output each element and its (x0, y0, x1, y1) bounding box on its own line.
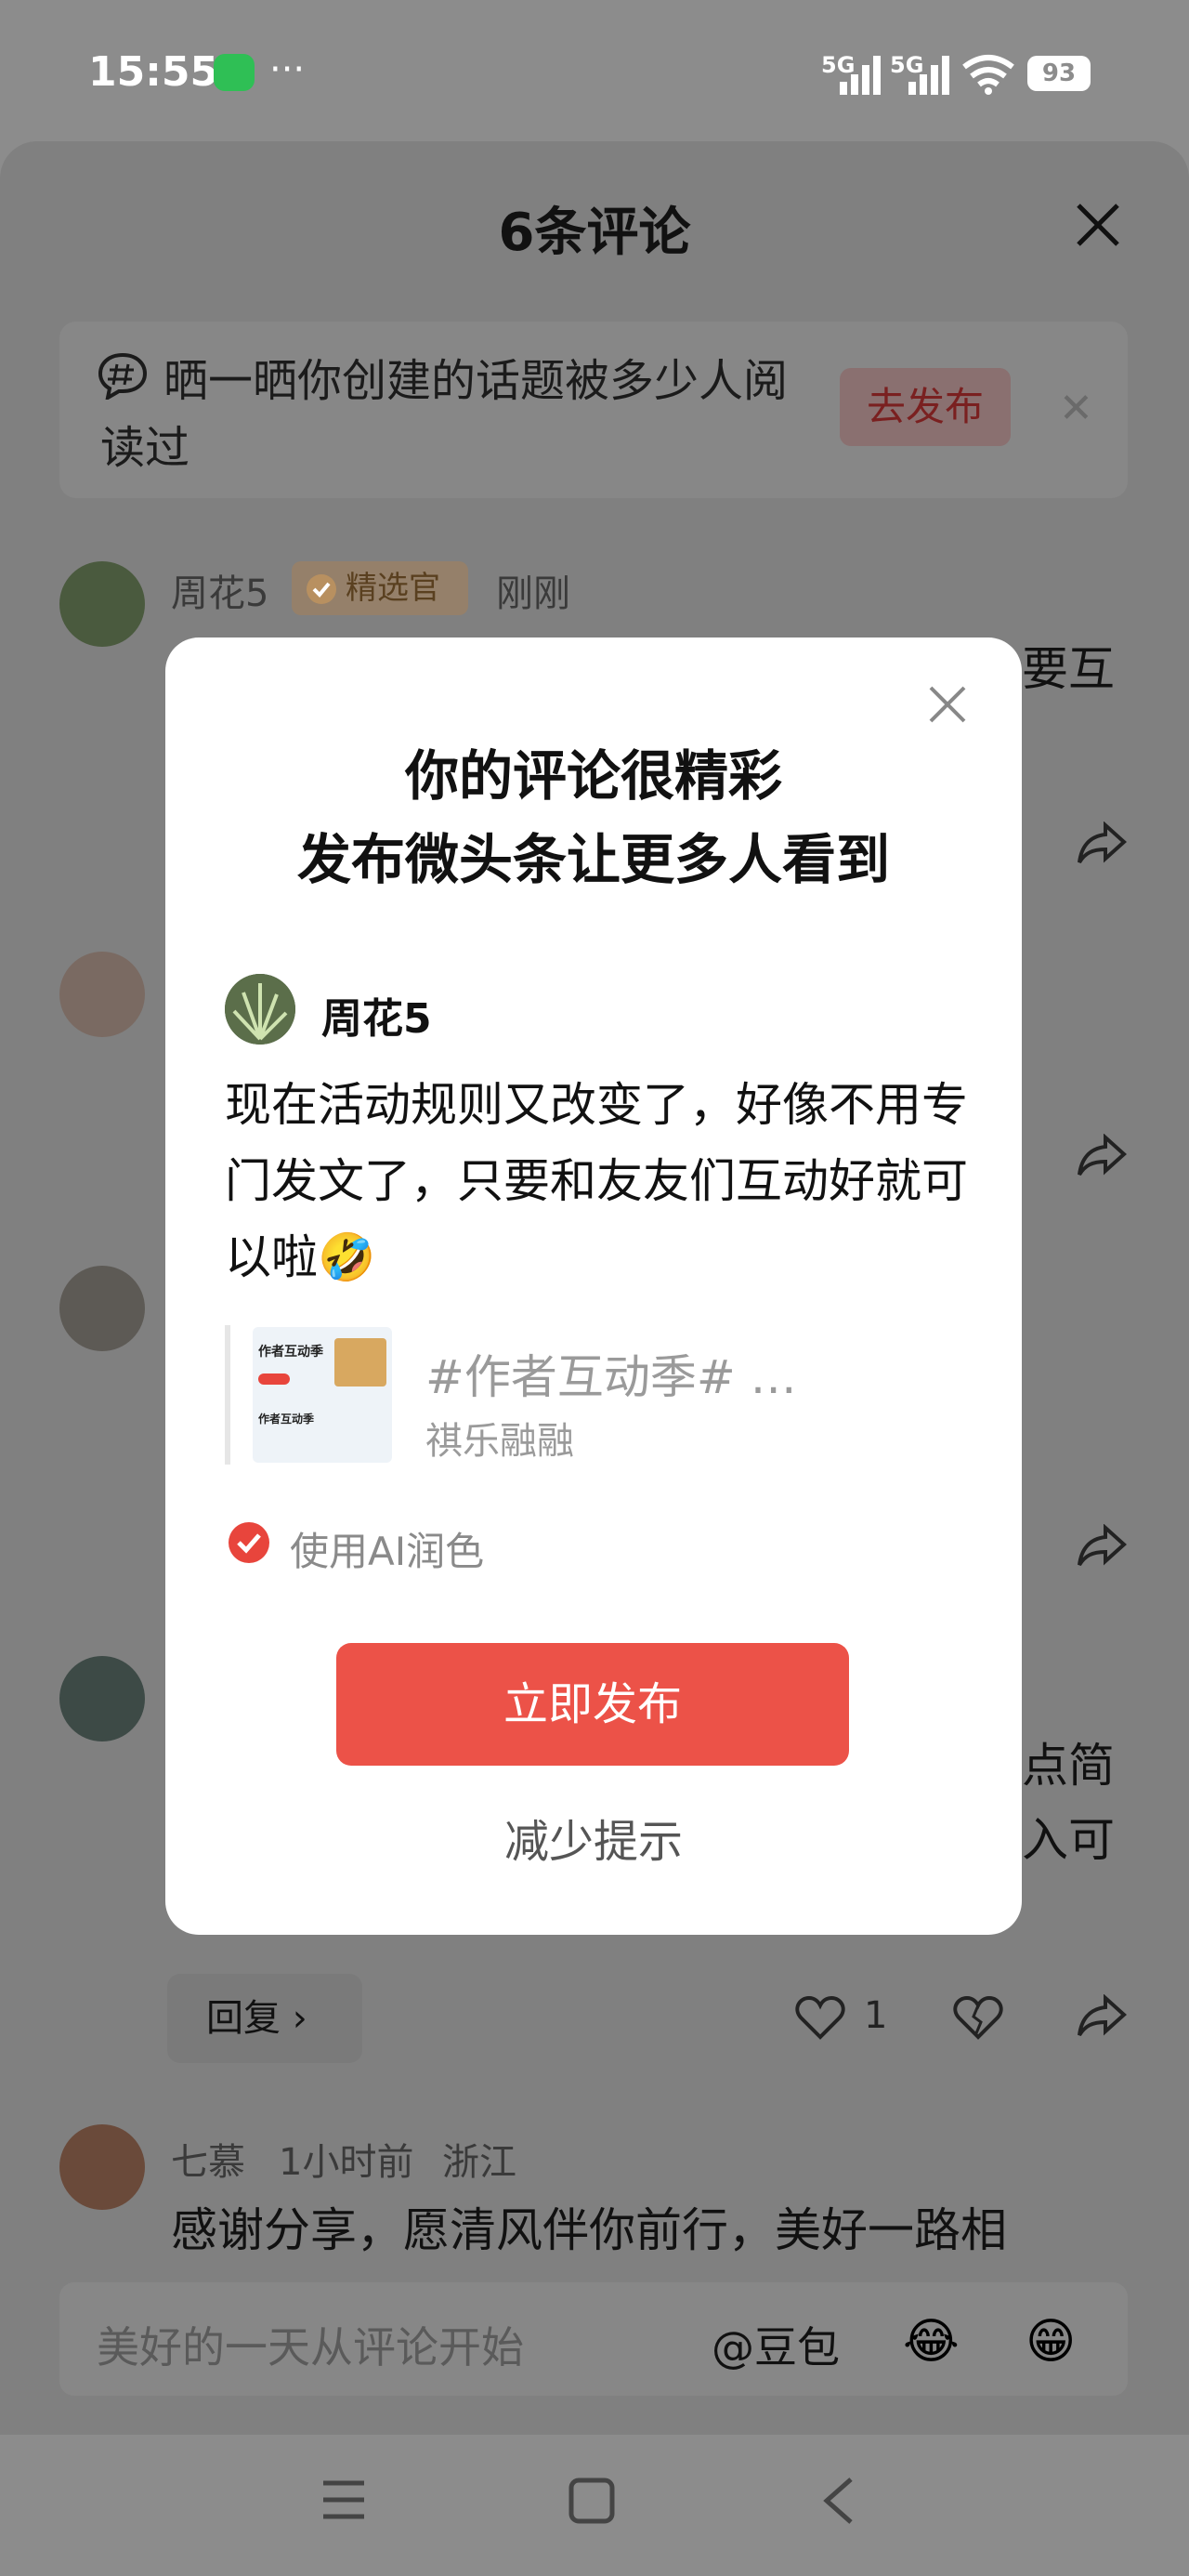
battery-indicator: 93 (1027, 56, 1091, 91)
menu-icon[interactable] (321, 2479, 366, 2520)
avatar[interactable] (59, 1266, 145, 1351)
dialog-title-line2: 发布微头条让更多人看到 (296, 828, 890, 891)
emoji-laugh-button[interactable]: 😂 (903, 2314, 960, 2370)
laugh-emoji: 🤣 (318, 1230, 376, 1284)
close-icon[interactable] (1073, 200, 1123, 250)
topic-card-bar (225, 1325, 230, 1465)
share-icon[interactable] (1076, 1994, 1128, 2039)
comment-text-tail: 要互 (1022, 642, 1115, 696)
ai-polish-label[interactable]: 使用AI润色 (290, 1520, 484, 1577)
thumb-subtitle: 作者互动季 (258, 1413, 315, 1426)
publish-now-button[interactable]: 立即发布 (336, 1643, 849, 1766)
wifi-icon (962, 55, 1014, 95)
share-icon[interactable] (1076, 1524, 1128, 1569)
avatar[interactable] (59, 561, 145, 647)
reply-button[interactable]: 回复 › (167, 1974, 362, 2063)
status-time: 15:55 (88, 48, 219, 96)
banner-close-icon[interactable]: ✕ (1059, 385, 1093, 432)
messages-icon (214, 54, 255, 91)
avatar[interactable] (59, 1656, 145, 1741)
comment-text-tail: 入可 (1022, 1813, 1115, 1867)
comment-author[interactable]: 七慕 (171, 2132, 245, 2186)
banner-text: 晒一晒你创建的话题被多少人阅读过 (100, 355, 789, 474)
comments-title: 6条评论 (498, 203, 691, 263)
dialog-username: 周花5 (321, 995, 432, 1043)
signal-bars-icon-2 (908, 56, 949, 95)
status-bar: 15:55 ··· 5G 5G 93 (0, 0, 1189, 141)
banner-publish-button[interactable]: 去发布 (840, 368, 1011, 446)
topic-title: #作者互动季# … (425, 1350, 797, 1404)
reduce-hints-link[interactable]: 减少提示 (165, 1805, 1022, 1870)
dialog-title-line1: 你的评论很精彩 (404, 744, 782, 808)
signal-bars-icon (840, 56, 881, 95)
ai-polish-checkbox[interactable] (229, 1522, 269, 1563)
thumb-title: 作者互动季 (258, 1345, 323, 1360)
verified-check-icon (307, 574, 336, 604)
thumb-image (334, 1338, 386, 1387)
comment-text-tail: 点简 (1022, 1739, 1115, 1793)
share-icon[interactable] (1076, 1134, 1128, 1178)
comment-author[interactable]: 周花5 (171, 563, 268, 617)
home-icon[interactable] (568, 2477, 615, 2524)
comment-placeholder[interactable]: 美好的一天从评论开始 (97, 2314, 524, 2375)
comment-time: 1小时前 (279, 2141, 414, 2184)
like-count: 1 (864, 1994, 888, 2037)
avatar (225, 974, 295, 1045)
dialog-comment-text: 现在活动规则又改变了，好像不用专门发文了，只要和友友们互动好就可以啦🤣 (225, 1067, 968, 1295)
emoji-grin-button[interactable]: 😁 (1026, 2314, 1076, 2370)
topic-card[interactable]: 作者互动季 作者互动季 #作者互动季# … 祺乐融融 (225, 1325, 949, 1465)
comment-text: 感谢分享，愿清风伴你前行，美好一路相 (171, 2203, 1007, 2257)
at-doubao-button[interactable]: @豆包 (712, 2314, 840, 2375)
comment-time: 刚刚 (496, 572, 570, 615)
share-icon[interactable] (1076, 821, 1128, 866)
dialog-close-icon[interactable] (927, 684, 968, 725)
publish-prompt-dialog: 你的评论很精彩 发布微头条让更多人看到 周花5 现在活动规则又改变了，好像不用专… (165, 637, 1022, 1935)
avatar[interactable] (59, 2124, 145, 2210)
like-icon[interactable] (795, 1994, 845, 2041)
thumb-tag (258, 1373, 290, 1385)
more-notifications-icon: ··· (269, 48, 306, 91)
system-nav-bar (0, 2435, 1189, 2576)
comment-location: 浙江 (442, 2141, 516, 2184)
back-icon[interactable] (821, 2476, 855, 2526)
dialog-title: 你的评论很精彩 发布微头条让更多人看到 (165, 734, 1022, 901)
avatar[interactable] (59, 952, 145, 1037)
dislike-icon[interactable] (953, 1994, 1003, 2041)
topic-thumbnail: 作者互动季 作者互动季 (253, 1327, 392, 1463)
topic-author: 祺乐融融 (425, 1420, 574, 1463)
